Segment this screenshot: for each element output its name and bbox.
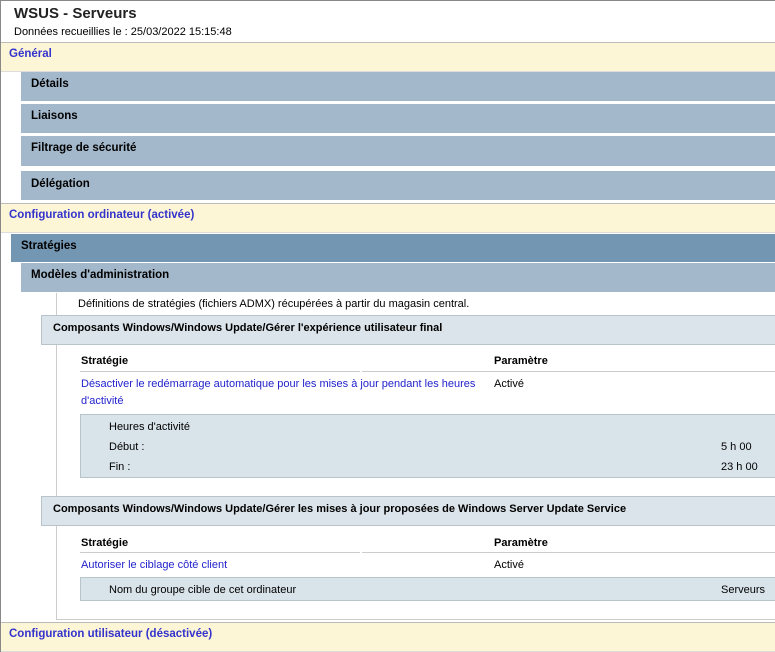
policy-setting: Activé xyxy=(494,559,524,571)
end-label: Fin : xyxy=(109,461,131,473)
target-group-box: Nom du groupe cible de cet ordinateur Se… xyxy=(80,577,775,601)
target-group-value: Serveurs xyxy=(721,584,766,596)
general-links[interactable]: Liaisons xyxy=(21,104,775,134)
col-setting: Paramètre xyxy=(494,537,548,549)
divider xyxy=(362,552,775,553)
collected-date: Données recueillies le : 25/03/2022 15:1… xyxy=(14,26,232,38)
divider xyxy=(362,371,775,372)
section-user-config[interactable]: Configuration utilisateur (désactivée) xyxy=(1,622,775,652)
policy-setting: Activé xyxy=(494,378,524,390)
target-group-label: Nom du groupe cible de cet ordinateur xyxy=(109,584,297,596)
col-policy: Stratégie xyxy=(81,537,129,549)
policy-link-client-targeting[interactable]: Autoriser le ciblage côté client xyxy=(81,559,227,571)
policy-link-disable-restart[interactable]: Désactiver le redémarrage automatique po… xyxy=(81,378,475,390)
divider xyxy=(80,552,360,553)
divider xyxy=(80,371,360,372)
start-label: Début : xyxy=(109,441,145,453)
active-hours-title: Heures d'activité xyxy=(109,421,190,433)
section-general[interactable]: Général xyxy=(1,42,775,72)
section-end-user-experience[interactable]: Composants Windows/Windows Update/Gérer … xyxy=(41,315,775,345)
policies-header[interactable]: Stratégies xyxy=(11,234,775,263)
active-hours-box: Heures d'activité Début : 5 h 00 Fin : 2… xyxy=(80,414,775,478)
admin-templates-header[interactable]: Modèles d'administration xyxy=(21,263,775,293)
tree-bottom-line xyxy=(56,619,775,620)
start-value: 5 h 00 xyxy=(721,441,752,453)
general-delegation[interactable]: Délégation xyxy=(21,171,775,201)
policy-link-disable-restart-cont[interactable]: d'activité xyxy=(81,395,123,407)
section-computer-config[interactable]: Configuration ordinateur (activée) xyxy=(1,203,775,233)
col-setting: Paramètre xyxy=(494,355,548,367)
col-policy: Stratégie xyxy=(81,355,129,367)
report-title: WSUS - Serveurs xyxy=(14,5,137,22)
general-details[interactable]: Détails xyxy=(21,72,775,102)
section-wsus-updates[interactable]: Composants Windows/Windows Update/Gérer … xyxy=(41,496,775,526)
admx-note: Définitions de stratégies (fichiers ADMX… xyxy=(78,298,470,310)
general-security-filtering[interactable]: Filtrage de sécurité xyxy=(21,136,775,167)
end-value: 23 h 00 xyxy=(721,461,758,473)
